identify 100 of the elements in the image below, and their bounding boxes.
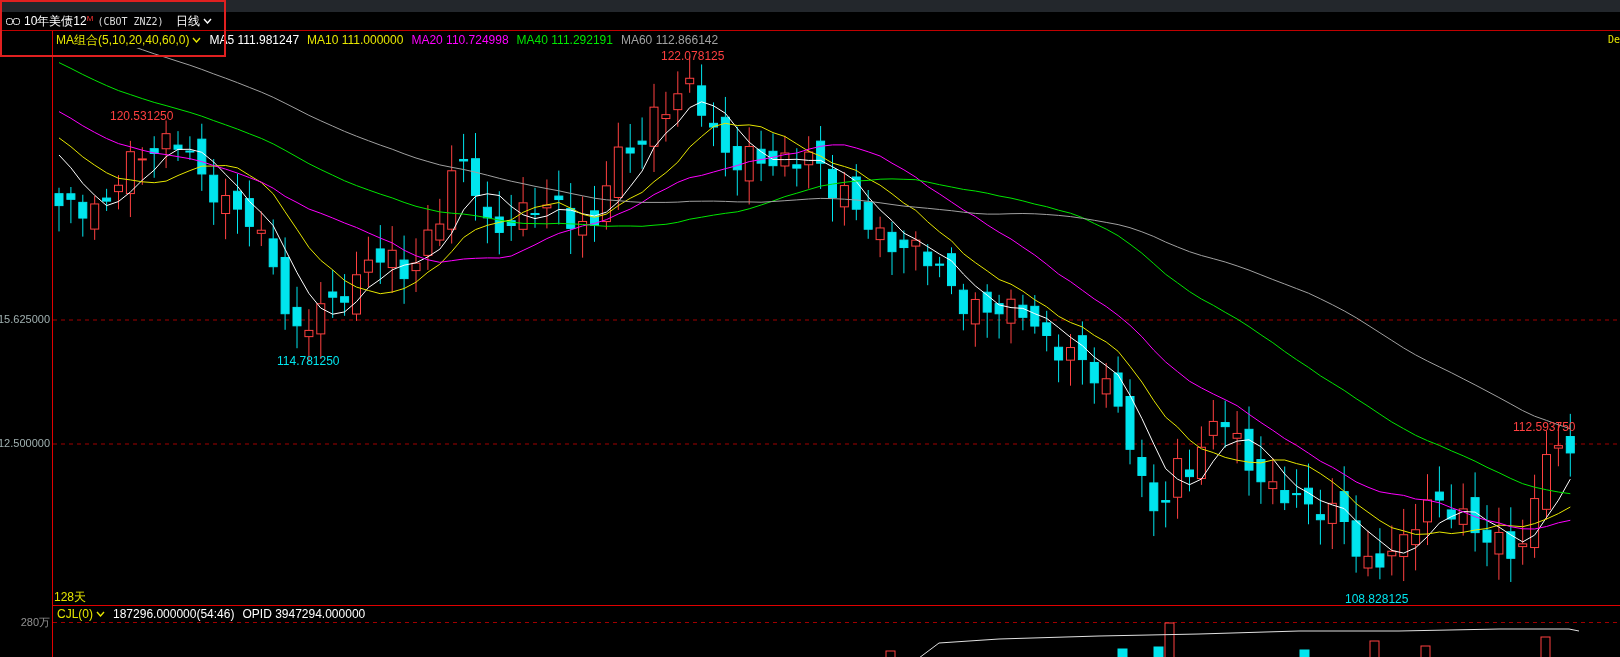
candle: [66, 186, 76, 224]
candle: [1304, 463, 1313, 525]
candle: [411, 237, 421, 293]
period-dropdown[interactable]: 日线: [175, 12, 212, 30]
candle: [1185, 449, 1194, 492]
candle: [804, 135, 814, 190]
candle: [756, 130, 766, 182]
candle: [863, 189, 873, 240]
candle: [839, 171, 849, 227]
open-interest-reading: OPID 3947294.000000: [242, 606, 366, 623]
candle: [1363, 530, 1373, 577]
candle: [1196, 425, 1206, 486]
candle: [970, 291, 980, 348]
moving-average-reading: MA10 111.000000: [307, 31, 404, 49]
price-annotation: 120.531250: [110, 110, 174, 122]
candle: [340, 273, 350, 317]
candle: [459, 133, 469, 183]
volume-reading: 187296.000000(54:46): [113, 606, 235, 623]
candle: [399, 235, 409, 305]
candle: [233, 173, 242, 235]
candle: [292, 286, 302, 349]
candle: [1042, 310, 1052, 352]
candle: [982, 283, 992, 339]
candle: [1387, 524, 1397, 576]
candle: [625, 123, 635, 174]
corner-text: De: [1607, 33, 1620, 47]
candle: [435, 198, 445, 247]
candle: [1161, 480, 1171, 528]
candle: [137, 146, 147, 186]
candle: [697, 63, 707, 128]
candle: [1137, 439, 1147, 498]
candle: [828, 154, 837, 223]
range-label: 128天: [54, 591, 87, 603]
candle: [185, 135, 195, 161]
candle: [1375, 527, 1385, 580]
candle: [197, 123, 207, 192]
candle: [851, 163, 861, 221]
indicator-dropdown[interactable]: MA组合(5,10,20,40,60,0): [56, 30, 202, 49]
candle: [1066, 333, 1075, 387]
candle: [887, 221, 897, 276]
candle: [875, 216, 885, 258]
candle: [994, 294, 1004, 339]
candle: [1077, 320, 1087, 386]
candle: [161, 119, 171, 169]
candle: [1446, 483, 1456, 529]
candle: [1232, 410, 1242, 464]
candle: [768, 132, 778, 177]
candle: [363, 236, 373, 288]
candle: [911, 230, 921, 271]
price-annotation: 108.828125: [1345, 593, 1409, 605]
moving-average-reading: MA40 111.292191: [516, 31, 613, 49]
candle: [709, 101, 718, 147]
candle: [1518, 519, 1528, 566]
candle: [899, 229, 909, 274]
candle: [578, 195, 588, 259]
candle: [1018, 294, 1028, 331]
candle: [173, 130, 183, 162]
candle: [637, 116, 647, 170]
candle: [530, 187, 540, 229]
candle: [1101, 362, 1111, 409]
superscript-mark: M: [86, 14, 94, 23]
candle: [1006, 289, 1016, 344]
candle: [732, 126, 742, 197]
candle: [935, 256, 945, 278]
chevron-down-icon: [96, 611, 105, 617]
candle: [947, 246, 956, 295]
moving-average-reading: MA20 110.724998: [411, 31, 509, 49]
candle: [244, 179, 254, 247]
candle: [482, 181, 492, 244]
candle: [221, 178, 231, 240]
volume-axis-label: 280万: [20, 617, 50, 628]
link-icon[interactable]: [6, 17, 20, 25]
chevron-down-icon: [202, 18, 212, 24]
candle: [792, 147, 802, 187]
candle: [958, 283, 968, 331]
candle: [542, 178, 552, 229]
candle: [1208, 399, 1218, 450]
candle: [673, 70, 683, 128]
candle: [816, 125, 826, 190]
candle: [1434, 465, 1444, 518]
candle: [1458, 482, 1468, 537]
candle: [90, 195, 100, 241]
candle: [209, 158, 219, 226]
candle: [494, 190, 504, 255]
candle: [328, 269, 338, 319]
candle: [590, 185, 599, 243]
candle: [1256, 435, 1266, 505]
candle: [54, 187, 64, 232]
candle: [780, 135, 790, 178]
candle: [1292, 468, 1302, 509]
candle: [1280, 466, 1290, 511]
candle: [1482, 504, 1492, 567]
instrument-code: (CBOT ZNZ2): [97, 14, 164, 29]
candle: [1315, 489, 1325, 546]
candle: [114, 174, 123, 210]
candle: [1030, 294, 1040, 335]
candle: [149, 135, 159, 179]
price-annotation: 122.078125: [661, 50, 725, 62]
candle: [601, 160, 611, 231]
volume-indicator-dropdown[interactable]: CJL(0): [57, 605, 105, 623]
